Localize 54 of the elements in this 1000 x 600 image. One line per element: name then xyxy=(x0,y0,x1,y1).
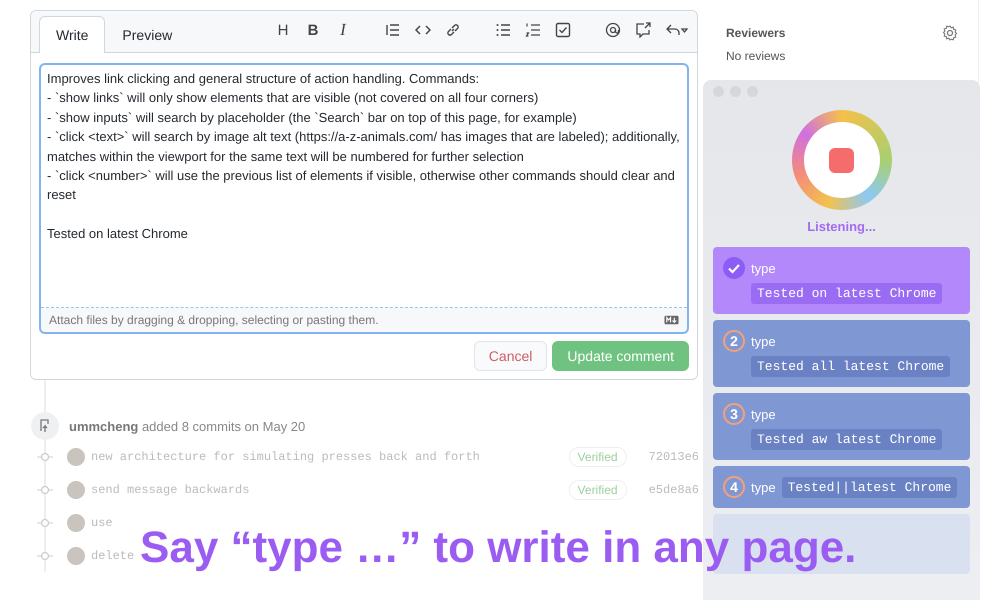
markdown-icon xyxy=(664,315,679,325)
editor-tab[interactable]: Write xyxy=(39,16,106,53)
avatar xyxy=(67,480,85,498)
commit-hash[interactable]: 72013e6 xyxy=(648,450,699,464)
commit-message[interactable]: send message backwards xyxy=(91,482,250,496)
reviewers-title: Reviewers xyxy=(726,26,786,40)
link-icon[interactable] xyxy=(445,22,461,38)
command-option[interactable]: 3 type Tested aw latest Chrome xyxy=(713,393,970,460)
option-number: 2 xyxy=(723,330,745,352)
command-option[interactable]: type Tested on latest Chrome xyxy=(713,247,970,314)
format-button[interactable]: I xyxy=(335,20,351,40)
task-list-icon[interactable] xyxy=(555,22,571,38)
command-verb: type xyxy=(751,480,776,494)
bullet-list-icon[interactable] xyxy=(495,22,511,38)
listening-status: Listening... xyxy=(806,219,877,234)
command-option[interactable]: 2 type Tested all latest Chrome xyxy=(713,320,970,387)
mention-icon[interactable] xyxy=(605,22,621,38)
commit-dot-icon xyxy=(37,550,53,560)
commit-hash[interactable]: e5de8a6 xyxy=(648,482,699,496)
format-button[interactable]: H xyxy=(275,22,291,38)
command-text: Tested all latest Chrome xyxy=(751,356,950,377)
format-button[interactable]: B xyxy=(305,22,321,38)
commit-dot-icon xyxy=(37,518,53,528)
commit-message[interactable]: use xyxy=(91,516,113,530)
settings-icon[interactable] xyxy=(942,25,958,41)
option-number: 4 xyxy=(723,476,745,498)
command-text: Tested||latest Chrome xyxy=(782,476,958,498)
option-number: 3 xyxy=(723,403,745,425)
commit-message[interactable]: new architecture for simulating presses back and forth xyxy=(91,450,480,464)
no-reviews-text: No reviews xyxy=(726,49,786,63)
avatar xyxy=(67,514,85,532)
command-verb: type xyxy=(751,406,776,422)
avatar xyxy=(67,546,85,564)
cancel-button[interactable]: Cancel xyxy=(474,341,548,371)
command-option[interactable]: 4 type Tested||latest Chrome xyxy=(713,466,970,508)
update-comment-button[interactable]: Update comment xyxy=(552,341,689,371)
avatar xyxy=(67,448,85,466)
command-text: Tested aw latest Chrome xyxy=(751,429,942,450)
caption-text: Say “type …” to write in any page. xyxy=(140,526,856,570)
command-verb: type xyxy=(751,334,776,348)
commit-dot-icon xyxy=(37,452,53,462)
commit-dot-icon xyxy=(37,484,53,494)
command-verb: type xyxy=(751,260,776,276)
numbered-list-icon[interactable] xyxy=(525,22,541,38)
editor-tab[interactable]: Preview xyxy=(105,16,190,53)
check-icon xyxy=(723,257,745,279)
quote-icon[interactable] xyxy=(385,22,401,38)
reference-icon[interactable] xyxy=(635,22,651,38)
comment-textarea[interactable]: Improves link clicking and general structure of action handling. Commands: - `show links` will only show elements that are visible (not covered on all four corners) - `show inputs` will search by placeholder (the `Search` bar on top of this page, for example) - `click <text>` will search by image alt text (https://a-z-animals.com/ has images that are labeled); additionally, matches within the viewport for the same text will be numbered for further selection - `click <number>` will use the previous list of elements if visible, otherwise other commands should clear and reset Tested on latest Chrome Attach files by dragging & dropping, selecting or pasting them. xyxy=(39,63,689,334)
reply-icon[interactable] xyxy=(665,22,689,38)
commit-message[interactable]: delete xyxy=(91,548,134,562)
command-text: Tested on latest Chrome xyxy=(751,283,942,304)
attach-hint: Attach files by dragging & dropping, selecting or pasting them. xyxy=(49,313,379,327)
timeline-event-text: ummcheng added 8 commits on May 20 xyxy=(69,418,306,434)
